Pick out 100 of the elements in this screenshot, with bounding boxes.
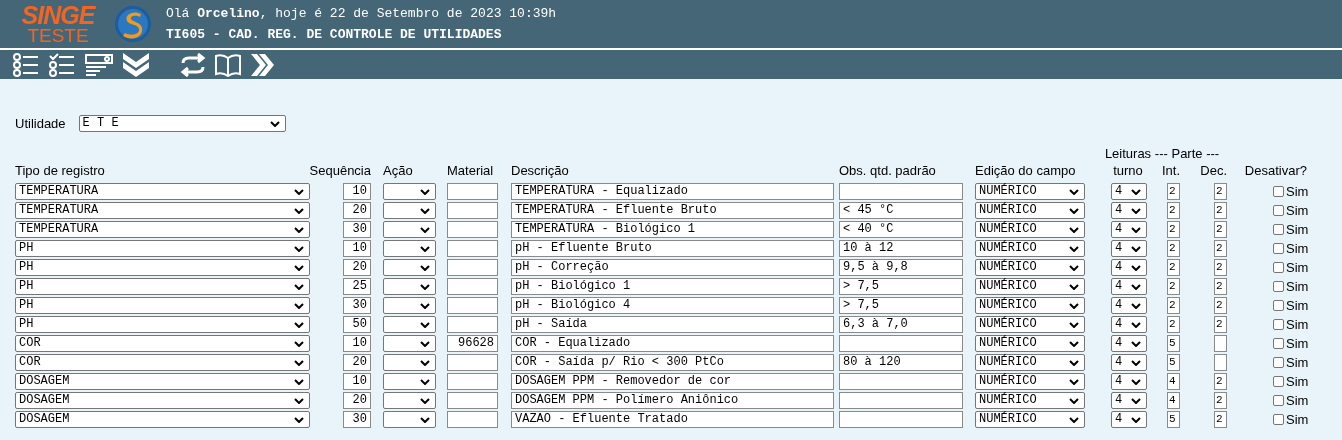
int-field[interactable]: 2: [1167, 259, 1180, 276]
tipo-select[interactable]: DOSAGEM: [15, 411, 310, 428]
int-field[interactable]: 4: [1167, 392, 1180, 409]
refresh-icon[interactable]: [180, 52, 206, 77]
leituras-select[interactable]: 4: [1111, 335, 1147, 352]
obs-field[interactable]: [839, 373, 963, 390]
obs-field[interactable]: 6,3 à 7,0: [839, 316, 963, 333]
obs-field[interactable]: > 7,5: [839, 278, 963, 295]
material-field[interactable]: [447, 373, 498, 390]
dec-field[interactable]: 2: [1214, 221, 1227, 238]
action-select[interactable]: [383, 221, 436, 238]
edicao-select[interactable]: NUMÉRICO: [975, 373, 1085, 390]
leituras-select[interactable]: 4: [1111, 183, 1147, 200]
edicao-select[interactable]: NUMÉRICO: [975, 240, 1085, 257]
checklist-icon[interactable]: [48, 52, 76, 77]
leituras-select[interactable]: 4: [1111, 259, 1147, 276]
sequence-field[interactable]: 10: [343, 335, 371, 352]
tipo-select[interactable]: COR: [15, 354, 310, 371]
action-select[interactable]: [383, 411, 436, 428]
edicao-select[interactable]: NUMÉRICO: [975, 392, 1085, 409]
tipo-select[interactable]: PH: [15, 259, 310, 276]
description-field[interactable]: COR - Equalizado: [511, 335, 834, 352]
tipo-select[interactable]: PH: [15, 297, 310, 314]
description-field[interactable]: COR - Saída p/ Rio < 300 PtCo: [511, 354, 834, 371]
search-form-icon[interactable]: [84, 52, 114, 77]
action-select[interactable]: [383, 354, 436, 371]
dec-field[interactable]: [1214, 354, 1227, 371]
description-field[interactable]: pH - Biológico 4: [511, 297, 834, 314]
edicao-select[interactable]: NUMÉRICO: [975, 183, 1085, 200]
description-field[interactable]: pH - Biológico 1: [511, 278, 834, 295]
material-field[interactable]: [447, 221, 498, 238]
material-field[interactable]: [447, 240, 498, 257]
leituras-select[interactable]: 4: [1111, 297, 1147, 314]
tipo-select[interactable]: TEMPERATURA: [15, 202, 310, 219]
int-field[interactable]: 4: [1167, 373, 1180, 390]
int-field[interactable]: 2: [1167, 316, 1180, 333]
int-field[interactable]: 2: [1167, 297, 1180, 314]
int-field[interactable]: 2: [1167, 278, 1180, 295]
description-field[interactable]: TEMPERATURA - Biológico 1: [511, 221, 834, 238]
obs-field[interactable]: [839, 183, 963, 200]
sequence-field[interactable]: 25: [343, 278, 371, 295]
int-field[interactable]: 5: [1167, 354, 1180, 371]
double-chevron-right-icon[interactable]: [250, 52, 274, 77]
action-select[interactable]: [383, 335, 436, 352]
action-select[interactable]: [383, 373, 436, 390]
tipo-select[interactable]: TEMPERATURA: [15, 221, 310, 238]
tipo-select[interactable]: PH: [15, 240, 310, 257]
obs-field[interactable]: [839, 335, 963, 352]
edicao-select[interactable]: NUMÉRICO: [975, 278, 1085, 295]
description-field[interactable]: DOSAGEM PPM - Polímero Aniônico: [511, 392, 834, 409]
leituras-select[interactable]: 4: [1111, 354, 1147, 371]
tipo-select[interactable]: COR: [15, 335, 310, 352]
dec-field[interactable]: 2: [1214, 411, 1227, 428]
book-icon[interactable]: [214, 52, 242, 77]
leituras-select[interactable]: 4: [1111, 411, 1147, 428]
desativar-checkbox[interactable]: [1273, 338, 1284, 349]
desativar-checkbox[interactable]: [1273, 414, 1284, 425]
edicao-select[interactable]: NUMÉRICO: [975, 202, 1085, 219]
edicao-select[interactable]: NUMÉRICO: [975, 259, 1085, 276]
edicao-select[interactable]: NUMÉRICO: [975, 411, 1085, 428]
action-select[interactable]: [383, 240, 436, 257]
leituras-select[interactable]: 4: [1111, 392, 1147, 409]
sequence-field[interactable]: 20: [343, 202, 371, 219]
desativar-checkbox[interactable]: [1273, 357, 1284, 368]
material-field[interactable]: [447, 183, 498, 200]
action-select[interactable]: [383, 392, 436, 409]
sequence-field[interactable]: 30: [343, 221, 371, 238]
int-field[interactable]: 5: [1167, 411, 1180, 428]
dec-field[interactable]: 2: [1214, 202, 1227, 219]
action-select[interactable]: [383, 183, 436, 200]
description-field[interactable]: DOSAGEM PPM - Removedor de cor: [511, 373, 834, 390]
int-field[interactable]: 5: [1167, 335, 1180, 352]
tipo-select[interactable]: DOSAGEM: [15, 373, 310, 390]
sequence-field[interactable]: 50: [343, 316, 371, 333]
action-select[interactable]: [383, 278, 436, 295]
leituras-select[interactable]: 4: [1111, 373, 1147, 390]
description-field[interactable]: TEMPERATURA - Equalizado: [511, 183, 834, 200]
desativar-checkbox[interactable]: [1273, 319, 1284, 330]
sequence-field[interactable]: 30: [343, 297, 371, 314]
desativar-checkbox[interactable]: [1273, 224, 1284, 235]
int-field[interactable]: 2: [1167, 202, 1180, 219]
desativar-checkbox[interactable]: [1273, 281, 1284, 292]
desativar-checkbox[interactable]: [1273, 395, 1284, 406]
leituras-select[interactable]: 4: [1111, 240, 1147, 257]
tipo-select[interactable]: PH: [15, 278, 310, 295]
desativar-checkbox[interactable]: [1273, 376, 1284, 387]
leituras-select[interactable]: 4: [1111, 202, 1147, 219]
material-field[interactable]: [447, 278, 498, 295]
obs-field[interactable]: < 45 °C: [839, 202, 963, 219]
material-field[interactable]: [447, 392, 498, 409]
desativar-checkbox[interactable]: [1273, 243, 1284, 254]
leituras-select[interactable]: 4: [1111, 278, 1147, 295]
dec-field[interactable]: 2: [1214, 316, 1227, 333]
desativar-checkbox[interactable]: [1273, 205, 1284, 216]
edicao-select[interactable]: NUMÉRICO: [975, 316, 1085, 333]
sequence-field[interactable]: 10: [343, 240, 371, 257]
obs-field[interactable]: > 7,5: [839, 297, 963, 314]
description-field[interactable]: pH - Correção: [511, 259, 834, 276]
sequence-field[interactable]: 10: [343, 183, 371, 200]
action-select[interactable]: [383, 316, 436, 333]
